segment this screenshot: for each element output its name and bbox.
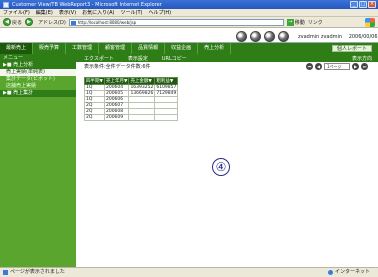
menu-favorites[interactable]: お気に入り(A): [82, 9, 114, 16]
sidebar: メニュー ▶■ 売上分析 売上実績(単純表) 集計データ(ピボット) 店舗売上実…: [0, 54, 76, 267]
user-name: zvadmin zvadmin: [298, 34, 343, 40]
window-titlebar: Customer View/TB WebReport3 - Microsoft …: [0, 0, 378, 9]
sidebar-group-sales-totals[interactable]: ▶■ 売上集計: [0, 90, 76, 97]
filter-summary: 表示条件:全件データ件数:6件: [84, 64, 151, 70]
callout-number-marker: ④: [212, 158, 230, 176]
help-icon[interactable]: [264, 31, 275, 42]
internet-zone-icon: [327, 270, 333, 275]
sidebar-item-pivot-data[interactable]: 集計データ(ピボット): [0, 76, 76, 83]
cell-profit: 6109857: [154, 84, 179, 91]
nav-tab-sales-analysis[interactable]: 売上分析: [198, 43, 232, 54]
personal-report-button[interactable]: 個人レポート: [331, 45, 372, 52]
maximize-button[interactable]: □: [359, 1, 367, 8]
logout-icon[interactable]: [278, 31, 289, 42]
current-date: 2006/00/06: [348, 34, 378, 40]
address-label: アドレス(D): [38, 19, 66, 26]
links-label[interactable]: リンク: [308, 19, 323, 26]
sidebar-item-store-sales[interactable]: 店舗売上実績: [0, 83, 76, 90]
menu-tools[interactable]: ツール(T): [121, 9, 143, 16]
window-controls: _ □ ×: [350, 1, 376, 8]
nav-tab-planning[interactable]: 収益企画: [165, 43, 199, 54]
col-header-month[interactable]: 売上年月▼: [103, 77, 130, 85]
pager: ⏮ ◀ 1ページ ▶ ⏭: [306, 63, 368, 70]
windows-logo-icon: [365, 18, 375, 27]
display-settings-button[interactable]: 表示設定: [128, 55, 148, 62]
next-page-icon[interactable]: ▶: [352, 63, 359, 70]
back-label: 戻る: [12, 19, 23, 26]
report-status-row: 表示条件:全件データ件数:6件 ⏮ ◀ 1ページ ▶ ⏭: [76, 62, 378, 72]
first-page-icon[interactable]: ⏮: [306, 63, 313, 70]
main-nav: 最新売上 販売予算 工数管理 顧客管理 品質情報 収益企画 売上分析 個人レポー…: [0, 43, 378, 54]
col-header-quarter[interactable]: 四半期▼: [84, 77, 105, 85]
forward-arrow-icon: ▶: [25, 18, 34, 26]
ie-app-icon: [3, 1, 9, 8]
nav-tab-sales-budget[interactable]: 販売予算: [33, 43, 67, 54]
menu-file[interactable]: ファイル(F): [3, 9, 30, 16]
nav-tab-quality[interactable]: 品質情報: [132, 43, 166, 54]
cell-profit: [154, 114, 179, 121]
status-left: ページが表示されました: [3, 268, 65, 277]
cell-month: 200609: [103, 114, 130, 121]
status-text: ページが表示されました: [10, 269, 65, 275]
sidebar-item-sales-results[interactable]: 売上実績(単純表): [0, 69, 76, 76]
user-info: zvadmin zvadmin 2006/00/06: [298, 34, 378, 40]
address-bar[interactable]: http://localhost:8080/web/jsp: [68, 18, 284, 26]
page-done-icon: [3, 270, 8, 275]
cell-profit: 7129849: [154, 90, 179, 97]
browser-menubar: ファイル(F) 編集(E) 表示(V) お気に入り(A) ツール(T) ヘルプ(…: [0, 9, 378, 17]
nav-tab-work-hours[interactable]: 工数管理: [66, 43, 100, 54]
address-url: http://localhost:8080/web/jsp: [77, 19, 137, 25]
window-title: Customer View/TB WebReport3 - Microsoft …: [12, 1, 162, 8]
cell-quarter: 2Q: [84, 114, 105, 121]
url-copy-button[interactable]: URLコピー: [162, 55, 187, 62]
page-select[interactable]: 1ページ: [324, 63, 350, 70]
go-button[interactable]: → 移動: [286, 18, 305, 26]
settings-icon[interactable]: [250, 31, 261, 42]
cell-sales: [128, 114, 156, 121]
home-icon[interactable]: [236, 31, 247, 42]
report-table: 四半期▼ 売上年月▼ 売上金額▼ 粗利益▼ 1Q 200604 16393252…: [84, 77, 179, 121]
back-button[interactable]: ◀ 戻る: [3, 18, 22, 26]
cell-sales: 16393252: [128, 84, 156, 91]
menu-help[interactable]: ヘルプ(H): [148, 9, 171, 16]
menu-view[interactable]: 表示(V): [59, 9, 76, 16]
nav-tab-customers[interactable]: 顧客管理: [99, 43, 133, 54]
col-header-sales[interactable]: 売上金額▼: [128, 77, 156, 85]
go-arrow-icon: →: [286, 18, 294, 26]
status-zone: インターネット: [327, 268, 370, 277]
page-icon: [70, 20, 76, 25]
go-label: 移動: [294, 19, 305, 26]
forward-button[interactable]: ▶: [25, 18, 34, 26]
last-page-icon[interactable]: ⏭: [361, 63, 368, 70]
menu-edit[interactable]: 編集(E): [36, 9, 53, 16]
col-header-profit[interactable]: 粗利益▼: [154, 77, 179, 85]
export-button[interactable]: エクスポート: [84, 55, 114, 62]
table-row: 2Q 200609: [84, 114, 179, 121]
browser-toolbar: ◀ 戻る ▶ アドレス(D) http://localhost:8080/web…: [0, 17, 378, 28]
nav-tab-latest-sales[interactable]: 最新売上: [0, 43, 34, 54]
cell-sales: 13669826: [128, 90, 156, 97]
minimize-button[interactable]: _: [350, 1, 358, 8]
display-direction-button[interactable]: 表示方向: [352, 55, 372, 62]
back-arrow-icon: ◀: [3, 18, 11, 26]
prev-page-icon[interactable]: ◀: [315, 63, 322, 70]
sidebar-group-sales-analysis[interactable]: ▶■ 売上分析: [0, 62, 76, 69]
close-button[interactable]: ×: [368, 1, 376, 8]
zone-label: インターネット: [334, 269, 370, 275]
browser-statusbar: ページが表示されました インターネット: [0, 267, 378, 277]
sidebar-header: メニュー: [0, 54, 76, 62]
report-toolbar: エクスポート 表示設定 URLコピー 表示方向: [76, 54, 378, 62]
